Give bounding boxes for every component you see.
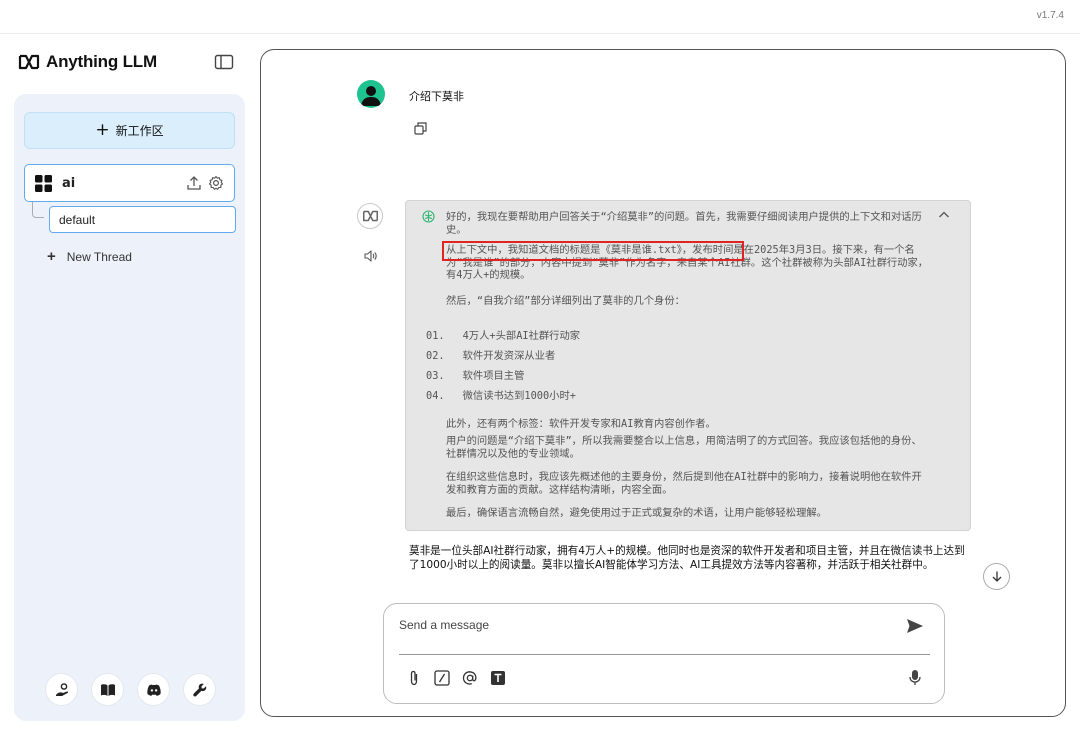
plus-icon: + [95,120,110,140]
send-icon [907,619,923,633]
attach-icon [410,670,418,686]
list-item-text: 微信读书达到1000小时+ [462,390,576,402]
list-item-number: 03. [426,370,445,382]
list-item-text: 软件开发资深从业者 [462,350,556,362]
user-avatar [357,80,385,108]
workspace-item-ai[interactable]: ai [24,164,235,202]
brand-name: Anything LLM [46,52,157,71]
thinking-paragraph-7: 最后，确保语言流畅自然，避免使用过于正式或复杂的术语，让用户能够轻松理解。 [446,507,827,519]
version-label: v1.7.4 [1036,10,1064,21]
copy-button[interactable] [414,120,427,139]
top-bar: v1.7.4 [0,0,1080,34]
anything-llm-logo-icon [362,210,378,222]
workspace-grid-icon [35,174,52,192]
composer-tools [406,670,506,686]
composer-divider [399,654,930,655]
docs-button[interactable] [92,674,123,705]
thread-connector [32,202,44,218]
settings-button[interactable] [184,674,215,705]
send-button[interactable] [906,618,924,638]
assistant-answer: 莫非是一位头部AI社群行动家，拥有4万人+的规模。他同时也是资深的软件开发者和项… [409,545,965,571]
discord-icon [146,684,161,696]
highlight-box [442,241,744,261]
scroll-to-bottom-button[interactable] [983,563,1010,590]
text-format-icon [491,671,505,685]
copy-icon [414,122,427,135]
list-item: 03. 软件项目主管 [426,370,524,383]
thinking-paragraph-1: 好的，我现在要帮助用户回答关于“介绍莫非”的问题。首先，我需要仔细阅读用户提供的… [446,211,922,236]
user-icon [361,86,381,106]
thinking-paragraph-6: 在组织这些信息时，我应该先概述他的主要身份，然后提到他在AI社群中的影响力，接着… [446,471,922,496]
text-format-button[interactable] [490,670,506,686]
new-workspace-label: 新工作区 [115,124,164,138]
brain-icon [422,210,435,223]
attach-button[interactable] [406,670,422,686]
thinking-paragraph-3: 然后，“自我介绍”部分详细列出了莫非的几个身份： [446,295,685,307]
thread-item-default[interactable]: default [49,206,236,233]
message-input[interactable] [399,614,879,636]
upload-icon[interactable] [186,175,202,191]
anything-llm-logo-icon [18,54,40,70]
slash-command-icon [434,670,450,686]
microphone-icon [909,670,921,685]
community-hub-icon [55,682,68,696]
docs-book-icon [100,683,115,696]
plus-icon: + [47,248,56,265]
assistant-avatar [357,203,383,229]
arrow-down-icon [992,571,1001,582]
list-item: 04. 微信读书达到1000小时+ [426,390,576,403]
workspace-name: ai [62,175,76,191]
mention-icon [462,671,477,685]
list-item-text: 软件项目主管 [462,370,525,382]
microphone-button[interactable] [909,669,921,690]
list-item-number: 01. [426,330,445,342]
sidebar-toggle-button[interactable] [214,54,234,70]
chevron-up-icon[interactable] [938,210,950,220]
message-composer [383,603,945,704]
settings-wrench-icon [192,683,206,697]
list-item-number: 04. [426,390,445,402]
sidebar-footer [46,674,215,705]
slash-command-button[interactable] [434,670,450,686]
community-hub-button[interactable] [46,674,77,705]
thinking-paragraph-4: 此外，还有两个标签：软件开发专家和AI教育内容创作者。 [446,418,716,430]
list-item-number: 02. [426,350,445,362]
workspace-actions [186,175,224,191]
thinking-block: 好的，我现在要帮助用户回答关于“介绍莫非”的问题。首先，我需要仔细阅读用户提供的… [405,200,971,531]
new-workspace-button[interactable]: + 新工作区 [24,112,235,149]
sidebar: + 新工作区 ai default + New Thread [14,94,245,721]
thinking-paragraph-5: 用户的问题是“介绍下莫非”，所以我需要整合以上信息，用简洁明了的方式回答。我应该… [446,435,922,460]
speaker-icon [364,250,377,262]
list-item: 02. 软件开发资深从业者 [426,350,555,363]
text-to-speech-button[interactable] [364,247,378,266]
list-item: 01. 4万人+头部AI社群行动家 [426,330,580,343]
user-message: 介绍下莫非 [409,90,464,103]
new-thread-button[interactable]: + New Thread [47,248,132,265]
brand-logo: Anything LLM [18,52,157,72]
discord-button[interactable] [138,674,169,705]
chat-panel: 介绍下莫非 好的，我现在要帮助用户回答关于“介绍莫非”的问题。首先，我需要仔细阅… [260,49,1066,717]
list-item-text: 4万人+头部AI社群行动家 [462,330,581,342]
gear-icon[interactable] [208,175,224,191]
mention-button[interactable] [462,670,478,686]
sidebar-panel-icon [214,54,234,70]
new-thread-label: New Thread [66,249,132,264]
